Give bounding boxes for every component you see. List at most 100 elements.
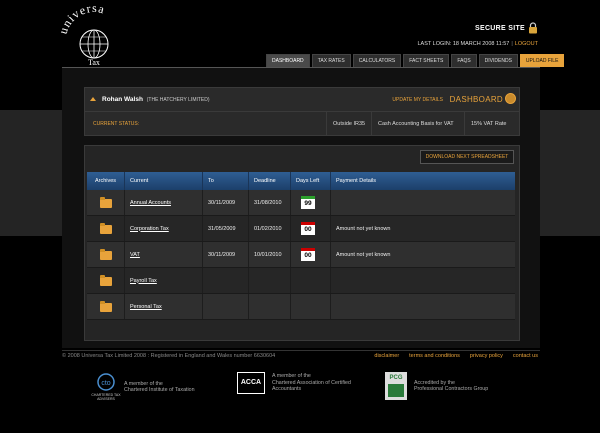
ciot-line2: Chartered Institute of Taxation — [124, 387, 195, 393]
col-deadline: Deadline — [249, 172, 291, 190]
status-chip-vat-rate: 15% VAT Rate — [464, 112, 512, 136]
days-left-cell: 00 — [291, 242, 331, 267]
folder-icon[interactable] — [99, 275, 112, 286]
user-name-text: Rohan Walsh — [102, 96, 143, 103]
col-days-left: Days Left — [291, 172, 331, 190]
tab-dashboard[interactable]: DASHBOARD — [266, 54, 310, 67]
last-login-text: LAST LOGIN: 18 MARCH 2008 11:57 — [417, 41, 510, 47]
deadline-cell: 31/08/2010 — [249, 190, 291, 215]
tab-faqs[interactable]: FAQS — [451, 54, 477, 67]
table-row: Payroll Tax — [87, 268, 515, 294]
archive-cell — [87, 216, 125, 241]
update-details-link[interactable]: UPDATE MY DETAILS — [392, 97, 443, 103]
lock-icon — [529, 22, 537, 34]
col-archives: Archives — [87, 172, 125, 190]
collapse-caret-icon[interactable] — [90, 97, 96, 101]
folder-icon[interactable] — [99, 249, 112, 260]
main-nav: DASHBOARD TAX RATES CALCULATORS FACT SHE… — [266, 54, 565, 67]
current-link[interactable]: Corporation Tax — [130, 226, 169, 232]
current-status-label: CURRENT STATUS: — [93, 121, 140, 127]
assoc-acca: ACCA A member of the Chartered Associati… — [237, 372, 351, 394]
footer-links: disclaimer terms and conditions privacy … — [374, 353, 538, 359]
current-cell: Annual Accounts — [125, 190, 203, 215]
tab-upload-file[interactable]: UPLOAD FILE — [519, 54, 565, 67]
to-cell: 30/11/2009 — [203, 190, 249, 215]
deadline-cell: 01/02/2010 — [249, 216, 291, 241]
current-cell: Corporation Tax — [125, 216, 203, 241]
table-row: Personal Tax — [87, 294, 515, 320]
to-cell: 31/05/2009 — [203, 216, 249, 241]
col-payment-details: Payment Details — [336, 178, 377, 184]
col-to: To — [203, 172, 249, 190]
pcg-badge-icon — [388, 384, 404, 397]
pcg-logo-text: PCG — [389, 375, 403, 381]
current-link[interactable]: Personal Tax — [130, 304, 162, 310]
current-cell: Personal Tax — [125, 294, 203, 319]
days-left-cell: 99 — [291, 190, 331, 215]
status-row: CURRENT STATUS: Outside IR35 Cash Accoun… — [85, 112, 519, 136]
deadline-cell — [249, 294, 291, 319]
days-left-badge: 00 — [301, 222, 315, 235]
to-cell — [203, 268, 249, 293]
dashboard-title: DASHBOARD — [449, 95, 503, 104]
tab-calculators[interactable]: CALCULATORS — [352, 54, 402, 67]
table-header: Archives Current To Deadline Days Left P… — [87, 172, 515, 190]
separator: | — [511, 41, 513, 47]
acca-line3: Accountants — [272, 386, 302, 393]
table-row: VAT 30/11/2009 10/01/2010 00 Amount not … — [87, 242, 515, 268]
ciot-logo-text: CHARTERED TAX ADVISERS — [91, 393, 121, 401]
pcg-line2: Professional Contractors Group — [414, 386, 489, 392]
user-name: Rohan Walsh (THE HATCHERY LIMITED) — [102, 96, 210, 103]
acca-logo[interactable]: ACCA — [237, 372, 265, 394]
folder-icon[interactable] — [99, 301, 112, 312]
current-link[interactable]: VAT — [130, 252, 140, 258]
folder-icon[interactable] — [99, 223, 112, 234]
assoc-ciot: cto CHARTERED TAX ADVISERS A member of t… — [91, 372, 195, 402]
payment-cell — [331, 294, 515, 319]
tab-dividends[interactable]: DIVIDENDS — [478, 54, 518, 67]
status-chip-ir35: Outside IR35 — [326, 112, 371, 136]
status-chip-vat-basis: Cash Accounting Basis for VAT — [371, 112, 460, 136]
payment-cell: Amount not yet known — [336, 225, 391, 232]
dashboard-gauge-icon — [505, 93, 516, 104]
assoc-pcg: PCG Accredited by the Professional Contr… — [385, 372, 488, 400]
last-login: LAST LOGIN: 18 MARCH 2008 11:57 | LOGOUT — [418, 41, 539, 47]
logo-tax-text: Tax — [88, 58, 100, 67]
disclaimer-link[interactable]: disclaimer — [374, 353, 399, 359]
payment-cell: Amount not yet known — [336, 251, 391, 258]
footer-divider — [62, 350, 540, 351]
days-left-cell — [291, 294, 331, 319]
svg-text:cto: cto — [101, 380, 110, 387]
download-spreadsheet-button[interactable]: DOWNLOAD NEXT SPREADSHEET — [420, 150, 514, 164]
company-name: (THE HATCHERY LIMITED) — [146, 97, 210, 103]
pcg-logo[interactable]: PCG — [385, 372, 407, 400]
terms-link[interactable]: terms and conditions — [409, 353, 460, 359]
user-summary: Rohan Walsh (THE HATCHERY LIMITED) UPDAT… — [84, 87, 520, 136]
privacy-link[interactable]: privacy policy — [470, 353, 503, 359]
days-left-cell: 00 — [291, 216, 331, 241]
ciot-text: A member of the Chartered Institute of T… — [124, 381, 195, 394]
table-row: Annual Accounts 30/11/2009 31/08/2010 99 — [87, 190, 515, 216]
current-link[interactable]: Annual Accounts — [130, 200, 171, 206]
col-current: Current — [125, 172, 203, 190]
acca-text: A member of the Chartered Association of… — [272, 373, 351, 393]
secure-site-badge: SECURE SITE — [475, 22, 538, 34]
contact-link[interactable]: contact us — [513, 353, 538, 359]
secure-site-label: SECURE SITE — [475, 24, 525, 32]
user-header-row: Rohan Walsh (THE HATCHERY LIMITED) UPDAT… — [85, 88, 519, 112]
to-cell: 30/11/2009 — [203, 242, 249, 267]
current-link[interactable]: Payroll Tax — [130, 278, 157, 284]
universa-tax-logo[interactable]: universa Tax — [56, 1, 130, 68]
folder-icon[interactable] — [99, 197, 112, 208]
tab-tax-rates[interactable]: TAX RATES — [311, 54, 351, 67]
ciot-logo[interactable]: cto CHARTERED TAX ADVISERS — [91, 372, 121, 402]
payment-cell — [331, 190, 515, 215]
archive-cell — [87, 268, 125, 293]
table-body: Annual Accounts 30/11/2009 31/08/2010 99… — [87, 190, 515, 320]
tab-fact-sheets[interactable]: FACT SHEETS — [403, 54, 450, 67]
archive-cell — [87, 190, 125, 215]
archive-cell — [87, 294, 125, 319]
days-left-cell — [291, 268, 331, 293]
logout-link[interactable]: LOGOUT — [515, 41, 538, 47]
deadline-cell: 10/01/2010 — [249, 242, 291, 267]
